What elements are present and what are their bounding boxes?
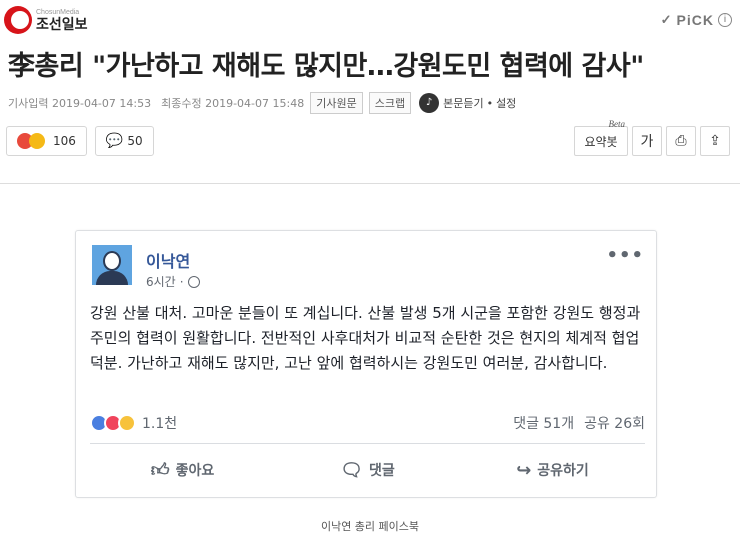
- post-body: 강원 산불 대처. 고마운 분들이 또 계십니다. 산불 발생 5개 시군을 포…: [90, 304, 641, 372]
- globe-icon: [187, 275, 200, 288]
- comment-bubble-icon: 💬: [105, 133, 124, 149]
- article-meta: 기사입력 2019-04-07 14:53 최종수정 2019-04-07 15…: [8, 92, 516, 114]
- print-icon: ⎙: [675, 133, 687, 149]
- comment-button[interactable]: 💬 50: [94, 126, 154, 156]
- share-action-label: 공유하기: [537, 463, 589, 479]
- logo-small-text: ChosunMedia: [36, 8, 80, 16]
- settings-link[interactable]: 설정: [496, 95, 516, 111]
- post-time: 6시간 ·: [146, 273, 200, 290]
- top-bar: ChosunMedia 조선일보 ✓ PiCK i: [0, 0, 740, 40]
- more-options-icon[interactable]: •••: [606, 245, 644, 266]
- logo-big-text: 조선일보: [36, 16, 88, 33]
- summary-bot-button[interactable]: 요약봇 Beta: [574, 119, 628, 156]
- like-label: 좋아요: [175, 463, 215, 479]
- like-button[interactable]: 👍︎ 좋아요: [90, 451, 275, 489]
- post-divider: [90, 443, 645, 444]
- summary-label: 요약봇: [584, 134, 618, 149]
- pick-label: PiCK: [676, 12, 714, 28]
- comment-action-button[interactable]: 🗨︎ 댓글: [275, 451, 460, 489]
- emotion-reaction-button[interactable]: 106: [6, 126, 87, 156]
- post-actions: 👍︎ 좋아요 🗨︎ 댓글 ↪ 공유하기: [90, 451, 645, 489]
- avatar[interactable]: [92, 245, 132, 285]
- modified-date: 최종수정 2019-04-07 15:48: [161, 97, 305, 110]
- listen-separator: •: [486, 96, 494, 110]
- logo-mark-icon: [4, 6, 32, 34]
- post-stats: 1.1천 댓글 51개 공유 26회: [90, 411, 645, 435]
- reaction-count: 106: [53, 134, 76, 148]
- time-separator: ·: [179, 274, 184, 289]
- listen-label: 본문듣기: [443, 97, 484, 110]
- share-total[interactable]: 공유 26회: [584, 413, 645, 433]
- print-button[interactable]: ⎙: [666, 126, 696, 156]
- original-article-button[interactable]: 기사원문: [310, 92, 363, 114]
- article-headline: 李총리 "가난하고 재해도 많지만…강원도민 협력에 감사": [8, 51, 644, 82]
- article-tools: 요약봇 Beta 가 ⎙ ⇪: [574, 119, 730, 156]
- chosun-logo[interactable]: ChosunMedia 조선일보: [4, 6, 88, 34]
- share-action-button[interactable]: ↪ 공유하기: [460, 451, 645, 489]
- image-caption: 이낙연 총리 페이스북: [320, 520, 420, 533]
- share-icon: ⇪: [709, 133, 721, 149]
- headphones-icon: ♪: [419, 93, 440, 113]
- comment-icon: 🗨︎: [340, 459, 364, 481]
- published-date: 기사입력 2019-04-07 14:53: [8, 97, 152, 110]
- wow-reaction-icon: [118, 414, 136, 432]
- listen-button[interactable]: ♪ 본문듣기 • 설정: [419, 93, 516, 113]
- header-divider: [0, 183, 740, 184]
- beta-label: Beta: [608, 119, 626, 129]
- comment-count: 50: [127, 134, 143, 148]
- post-time-text[interactable]: 6시간: [146, 273, 176, 290]
- font-size-button[interactable]: 가: [632, 126, 662, 156]
- reaction-total[interactable]: 1.1천: [142, 413, 177, 433]
- pick-badge[interactable]: ✓ PiCK i: [661, 12, 732, 28]
- post-author[interactable]: 이낙연: [146, 248, 190, 272]
- facebook-post-embed: 이낙연 6시간 · ••• 강원 산불 대처. 고마운 분들이 또 계십니다. …: [75, 230, 657, 498]
- comment-total[interactable]: 댓글 51개: [513, 413, 574, 433]
- check-icon: ✓: [660, 12, 673, 27]
- comment-action-label: 댓글: [369, 463, 395, 479]
- laugh-icon: [29, 133, 45, 149]
- reaction-bar: 106 💬 50: [6, 126, 154, 156]
- scrap-button[interactable]: 스크랩: [368, 92, 412, 114]
- info-icon[interactable]: i: [718, 13, 732, 27]
- thumbs-up-icon: 👍︎: [150, 460, 170, 481]
- share-arrow-icon: ↪: [516, 459, 532, 481]
- share-button[interactable]: ⇪: [700, 126, 730, 156]
